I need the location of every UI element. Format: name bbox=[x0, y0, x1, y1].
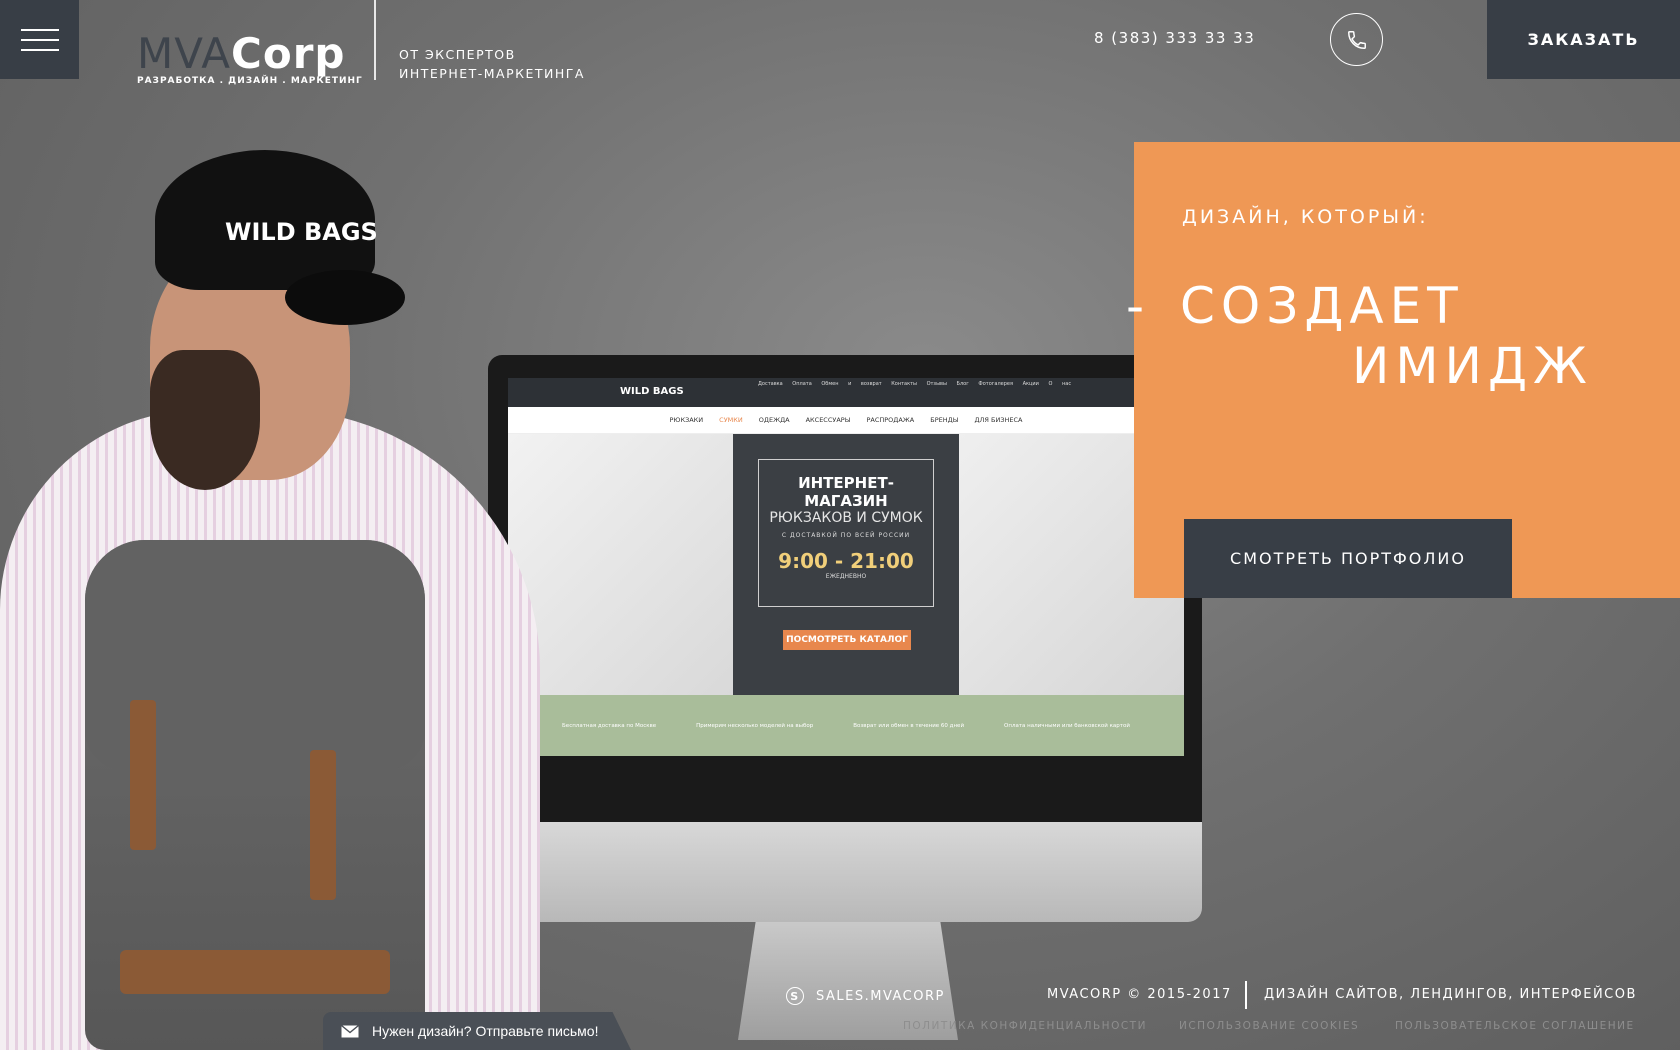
mockup-nav-item-active: СУМКИ bbox=[719, 416, 743, 424]
mockup-links: Доставка Оплата Обмен и возврат Контакты… bbox=[758, 381, 1072, 387]
mockup-promo: ИНТЕРНЕТ-МАГАЗИН РЮКЗАКОВ И СУМОК С ДОСТ… bbox=[733, 434, 959, 695]
mockup-slider: ИНТЕРНЕТ-МАГАЗИН РЮКЗАКОВ И СУМОК С ДОСТ… bbox=[508, 434, 1184, 695]
mockup-promo-delivery: С ДОСТАВКОЙ ПО ВСЕЙ РОССИИ bbox=[781, 532, 911, 539]
mockup-promo-title: ИНТЕРНЕТ-МАГАЗИН bbox=[798, 474, 894, 510]
footer-divider bbox=[1245, 981, 1247, 1009]
imac-chin bbox=[488, 822, 1202, 922]
mockup-logo: WILD BAGS bbox=[620, 386, 684, 397]
logo-mva: MVA bbox=[137, 29, 232, 78]
promo-dash: - bbox=[1126, 277, 1151, 335]
logo-tagline: РАЗРАБОТКА . ДИЗАЙН . МАРКЕТИНГ bbox=[137, 76, 363, 86]
mockup-promo-subtitle: РЮКЗАКОВ И СУМОК bbox=[769, 510, 923, 526]
person-beard bbox=[150, 350, 260, 490]
menu-button[interactable] bbox=[0, 0, 79, 79]
envelope-icon bbox=[341, 1024, 359, 1037]
mockup-nav-item: БРЕНДЫ bbox=[930, 416, 959, 424]
website-mockup: WILD BAGS Доставка Оплата Обмен и возвра… bbox=[508, 378, 1184, 756]
skype-contact[interactable]: S SALES.MVACORP bbox=[786, 987, 945, 1005]
skype-icon: S bbox=[786, 987, 804, 1005]
footer-services: ДИЗАЙН САЙТОВ, ЛЕНДИНГОВ, ИНТЕРФЕЙСОВ bbox=[1264, 987, 1637, 1002]
phone-icon bbox=[1347, 30, 1366, 49]
skype-handle: SALES.MVACORP bbox=[816, 988, 945, 1004]
cap-brim bbox=[285, 270, 405, 325]
backpack-strap bbox=[310, 750, 336, 900]
mockup-nav-item: РАСПРОДАЖА bbox=[866, 416, 915, 424]
hero-illustration: WILD BAGS Доставка Оплата Обмен и возвра… bbox=[0, 110, 1202, 1050]
tagline-line-2: ИНТЕРНЕТ-МАРКЕТИНГА bbox=[399, 66, 585, 81]
portfolio-button[interactable]: СМОТРЕТЬ ПОРТФОЛИО bbox=[1184, 519, 1512, 598]
cookies-link[interactable]: ИСПОЛЬЗОВАНИЕ COOKIES bbox=[1179, 1020, 1359, 1032]
call-button[interactable] bbox=[1330, 13, 1383, 66]
mockup-benefits: Бесплатная доставка по Москве Примерим н… bbox=[508, 695, 1184, 756]
order-button[interactable]: ЗАКАЗАТЬ bbox=[1487, 0, 1680, 79]
logo[interactable]: MVACorp РАЗРАБОТКА . ДИЗАЙН . МАРКЕТИНГ bbox=[137, 33, 363, 87]
hamburger-icon-line bbox=[20, 48, 59, 51]
mockup-promo-hours: 9:00 - 21:00 bbox=[778, 549, 914, 573]
mockup-benefit: Примерим несколько моделей на выбор bbox=[696, 722, 814, 729]
mockup-benefit: Бесплатная доставка по Москве bbox=[562, 722, 657, 729]
mockup-benefit: Оплата наличными или банковской картой bbox=[1004, 722, 1130, 729]
mockup-nav-item: ДЛЯ БИЗНЕСА bbox=[974, 416, 1023, 424]
mockup-nav: РЮКЗАКИ СУМКИ ОДЕЖДА АКСЕССУАРЫ РАСПРОДА… bbox=[508, 407, 1184, 434]
chat-label: Нужен дизайн? Отправьте письмо! bbox=[372, 1023, 599, 1039]
backpack-leather-base bbox=[120, 950, 390, 994]
promo-kicker: ДИЗАЙН, КОТОРЫЙ: bbox=[1182, 206, 1429, 228]
phone-number[interactable]: 8 (383) 333 33 33 bbox=[1094, 29, 1255, 47]
hamburger-icon-line bbox=[20, 38, 59, 41]
mockup-nav-item: АКСЕССУАРЫ bbox=[805, 416, 851, 424]
mockup-promo-box: ИНТЕРНЕТ-МАГАЗИН РЮКЗАКОВ И СУМОК С ДОСТ… bbox=[758, 459, 934, 607]
promo-headline-line-2: ИМИДЖ bbox=[1352, 337, 1593, 395]
mockup-benefit: Возврат или обмен в течение 60 дней bbox=[853, 722, 965, 729]
logo-corp: Corp bbox=[231, 29, 346, 78]
mockup-topbar: WILD BAGS Доставка Оплата Обмен и возвра… bbox=[508, 378, 1184, 407]
terms-link[interactable]: ПОЛЬЗОВАТЕЛЬСКОЕ СОГЛАШЕНИЕ bbox=[1395, 1020, 1635, 1032]
mockup-promo-daily: ЕЖЕДНЕВНО bbox=[825, 573, 867, 580]
backpack-strap bbox=[130, 700, 156, 850]
mockup-photo-woman bbox=[508, 434, 733, 695]
mockup-catalog-button: ПОСМОТРЕТЬ КАТАЛОГ bbox=[783, 630, 911, 650]
mockup-nav-item: РЮКЗАКИ bbox=[669, 416, 704, 424]
privacy-policy-link[interactable]: ПОЛИТИКА КОНФИДЕНЦИАЛЬНОСТИ bbox=[903, 1020, 1147, 1032]
chat-tab[interactable]: Нужен дизайн? Отправьте письмо! bbox=[323, 1012, 631, 1050]
tagline-line-1: ОТ ЭКСПЕРТОВ bbox=[399, 47, 516, 62]
company-tagline: ОТ ЭКСПЕРТОВ ИНТЕРНЕТ-МАРКЕТИНГА bbox=[399, 45, 585, 83]
copyright: MVACORP © 2015-2017 bbox=[1047, 987, 1232, 1002]
promo-headline-line-1: СОЗДАЕТ bbox=[1180, 277, 1464, 335]
hamburger-icon-line bbox=[20, 28, 59, 31]
header-divider bbox=[374, 0, 376, 80]
logo-wordmark: MVACorp bbox=[137, 33, 363, 75]
mockup-nav-item: ОДЕЖДА bbox=[758, 416, 790, 424]
cap-logo: WILD BAGS bbox=[225, 218, 378, 246]
